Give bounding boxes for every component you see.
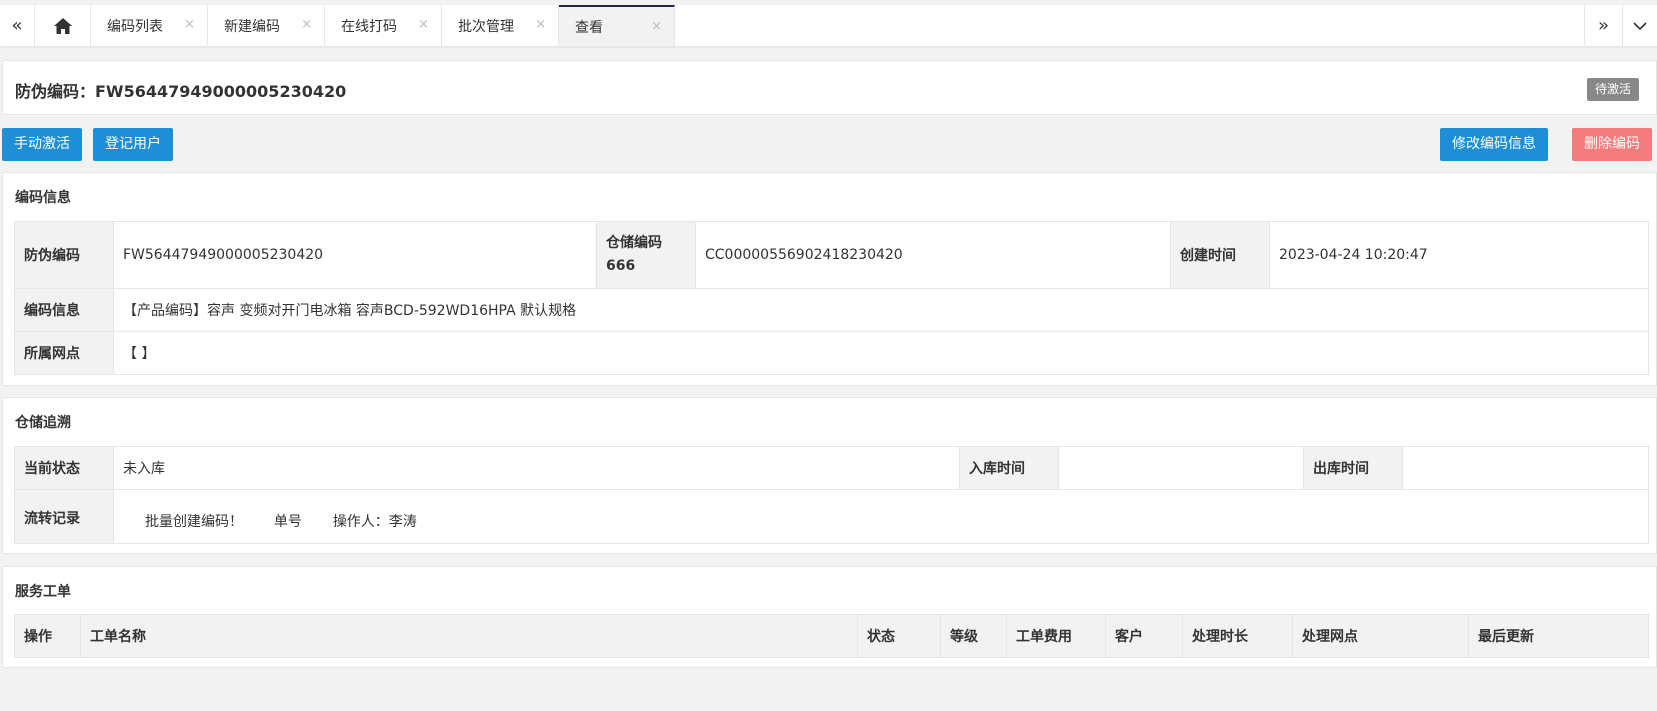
delete-code-button[interactable]: 删除编码 (1572, 128, 1652, 161)
current-status-value: 未入库 (113, 446, 960, 490)
column-header-customer[interactable]: 客户 (1105, 614, 1183, 658)
manual-activate-button[interactable]: 手动激活 (2, 128, 82, 161)
service-orders-panel: 服务工单 操作 工单名称 状态 等级 工单费用 客户 处理时长 处理网点 最后更… (2, 566, 1657, 668)
table-row: 防伪编码 FW56447949000005230420 仓储编码 666 CC0… (14, 221, 1649, 289)
table-row: 编码信息 【产品编码】容声 变频对开门电冰箱 容声BCD-592WD16HPA … (14, 288, 1649, 332)
column-header-duration[interactable]: 处理时长 (1182, 614, 1293, 658)
close-icon[interactable]: × (651, 19, 662, 34)
service-orders-title: 服务工单 (15, 584, 71, 600)
column-header-action[interactable]: 操作 (14, 614, 81, 658)
outlet-label: 所属网点 (14, 331, 114, 375)
home-icon (53, 17, 72, 34)
column-header-status[interactable]: 状态 (857, 614, 941, 658)
tabs-scroll-right-button[interactable]: » (1584, 5, 1622, 46)
flow-action: 批量创建编码！ (145, 513, 243, 530)
table-row: 流转记录 批量创建编码！ 单号 操作人：李涛 (14, 489, 1649, 544)
tab-label: 编码列表 (107, 18, 163, 35)
storage-code-value: CC00000556902418230420 (695, 221, 1171, 289)
storage-trace-title: 仓储追溯 (15, 415, 71, 431)
created-time-label: 创建时间 (1170, 221, 1270, 289)
current-status-label: 当前状态 (14, 446, 114, 490)
close-icon[interactable]: × (184, 17, 195, 32)
tab-label: 批次管理 (458, 18, 514, 35)
close-icon[interactable]: × (301, 17, 312, 32)
created-time-value: 2023-04-24 10:20:47 (1269, 221, 1649, 289)
out-time-value (1402, 446, 1649, 490)
tab-new-code[interactable]: 新建编码 × (208, 5, 325, 46)
code-info-table: 防伪编码 FW56447949000005230420 仓储编码 666 CC0… (14, 221, 1649, 375)
tab-batch-management[interactable]: 批次管理 × (442, 5, 559, 46)
tab-label: 查看 (575, 19, 603, 36)
tabs-scroll-left-button[interactable]: « (0, 5, 35, 46)
tab-label: 新建编码 (224, 18, 280, 35)
storage-trace-panel: 仓储追溯 当前状态 未入库 入库时间 出库时间 流转记录 批量创建编码！ 单号 … (2, 397, 1657, 554)
service-orders-table: 操作 工单名称 状态 等级 工单费用 客户 处理时长 处理网点 最后更新 (14, 614, 1649, 658)
anti-fake-code-value: FW56447949000005230420 (113, 221, 597, 289)
code-info-title: 编码信息 (15, 190, 71, 206)
in-time-value (1058, 446, 1304, 490)
tab-bar: « 编码列表 × 新建编码 × 在线打码 × 批次管理 × 查看 × » (0, 5, 1657, 47)
anti-fake-code-label: 防伪编码 (14, 221, 114, 289)
column-header-fee[interactable]: 工单费用 (1006, 614, 1106, 658)
storage-code-label: 仓储编码 666 (596, 221, 696, 289)
code-info-value: 【产品编码】容声 变频对开门电冰箱 容声BCD-592WD16HPA 默认规格 (113, 288, 1649, 332)
out-time-label: 出库时间 (1303, 446, 1403, 490)
code-info-label: 编码信息 (14, 288, 114, 332)
flow-operator: 操作人：李涛 (332, 513, 417, 530)
close-icon[interactable]: × (418, 17, 429, 32)
in-time-label: 入库时间 (959, 446, 1059, 490)
flow-record-label: 流转记录 (14, 489, 114, 544)
tab-code-list[interactable]: 编码列表 × (91, 5, 208, 46)
close-icon[interactable]: × (535, 17, 546, 32)
flow-order-number: 单号 (273, 513, 302, 530)
column-header-order-name[interactable]: 工单名称 (80, 614, 858, 658)
tab-view[interactable]: 查看 × (559, 5, 675, 46)
tab-online-print[interactable]: 在线打码 × (325, 5, 442, 46)
storage-code-label-line2: 666 (606, 258, 636, 274)
table-row: 当前状态 未入库 入库时间 出库时间 (14, 446, 1649, 490)
double-chevron-left-icon: « (11, 15, 23, 36)
chevron-down-icon (1633, 21, 1647, 30)
code-info-panel: 编码信息 防伪编码 FW56447949000005230420 仓储编码 66… (2, 172, 1657, 386)
tab-home[interactable] (35, 5, 91, 46)
column-header-level[interactable]: 等级 (940, 614, 1007, 658)
storage-trace-table: 当前状态 未入库 入库时间 出库时间 流转记录 批量创建编码！ 单号 操作人：李… (14, 446, 1649, 544)
flow-record-entry: 批量创建编码！ 单号 操作人：李涛 (113, 489, 1649, 544)
table-row: 所属网点 【 】 (14, 331, 1649, 375)
double-chevron-right-icon: » (1597, 15, 1609, 36)
tabs-menu-button[interactable] (1622, 5, 1657, 46)
status-badge: 待激活 (1587, 78, 1640, 101)
tab-label: 在线打码 (341, 18, 397, 35)
code-header-panel: 防伪编码：FW56447949000005230420 待激活 (2, 60, 1657, 115)
page-title: 防伪编码：FW56447949000005230420 (15, 82, 347, 101)
register-user-button[interactable]: 登记用户 (93, 128, 173, 161)
column-header-last-updated[interactable]: 最后更新 (1468, 614, 1649, 658)
outlet-value: 【 】 (113, 331, 1649, 375)
column-header-outlet[interactable]: 处理网点 (1292, 614, 1469, 658)
table-header-row: 操作 工单名称 状态 等级 工单费用 客户 处理时长 处理网点 最后更新 (14, 614, 1649, 658)
edit-code-info-button[interactable]: 修改编码信息 (1440, 128, 1548, 161)
storage-code-label-line1: 仓储编码 (606, 235, 662, 251)
